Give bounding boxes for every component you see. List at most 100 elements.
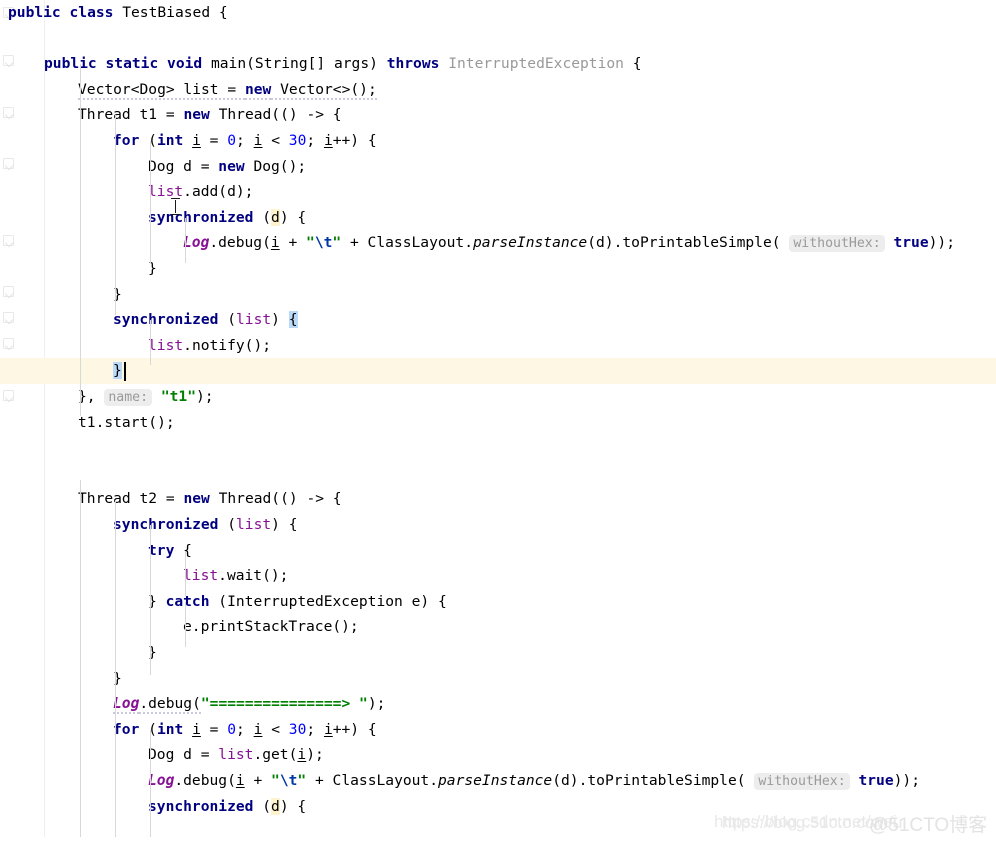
code-token: < <box>262 720 289 738</box>
code-token: Log <box>148 772 175 789</box>
code-token: new <box>183 106 210 124</box>
code-token: synchronized <box>148 208 254 226</box>
code-token: static <box>105 55 159 73</box>
code-token: true <box>858 772 894 789</box>
code-text-area[interactable]: public class TestBiased { public static v… <box>0 0 996 841</box>
code-line[interactable]: Log.debug("===============> "); <box>0 691 996 717</box>
code-token: public <box>8 4 61 21</box>
code-token: .debug( <box>139 695 201 715</box>
code-token: .debug( <box>174 772 236 789</box>
code-token: ) { <box>279 208 307 226</box>
code-token: 0 <box>227 132 237 149</box>
code-token: ); <box>367 695 386 713</box>
editor-bottom-edge <box>0 837 996 841</box>
code-token: new <box>183 490 210 508</box>
code-token: )); <box>893 772 920 789</box>
code-token: + <box>279 234 307 252</box>
code-token: i <box>235 772 245 789</box>
code-line[interactable] <box>0 461 996 487</box>
code-token: )); <box>928 234 955 252</box>
code-line[interactable]: public static void main(String[] args) t… <box>0 51 996 77</box>
code-token: true <box>893 234 929 252</box>
code-token: main(String[] args) <box>202 55 387 73</box>
code-line[interactable] <box>0 26 996 52</box>
code-token: list <box>218 746 254 764</box>
code-token: ( <box>253 797 272 815</box>
code-line[interactable]: public class TestBiased { <box>0 0 996 26</box>
code-token: public <box>44 55 97 73</box>
code-token: (d).toPrintableSimple( <box>552 772 755 789</box>
indent-guide <box>150 141 151 263</box>
code-token: ; <box>306 132 324 149</box>
code-token: Log <box>183 234 210 252</box>
code-token: " <box>306 234 315 252</box>
code-token: parseInstance <box>438 772 553 789</box>
code-token: Thread(() -> { <box>209 490 342 508</box>
code-token: e.printStackTrace(); <box>183 618 359 636</box>
indent-guide <box>185 218 186 263</box>
code-token: = <box>200 720 228 738</box>
code-token: TestBiased { <box>113 4 228 21</box>
code-line[interactable]: }, name: "t1"); <box>0 384 996 410</box>
indent-guide <box>150 525 151 675</box>
code-token: for <box>113 720 140 738</box>
code-token: } <box>113 362 122 380</box>
code-token: .debug( <box>209 234 271 252</box>
code-token: try <box>148 541 175 559</box>
code-token: .notify(); <box>183 336 272 354</box>
code-token: i <box>297 746 307 764</box>
code-line[interactable]: Vector<Dog> list = new Vector<>(); <box>0 77 996 103</box>
code-token: Thread t2 = <box>78 490 184 508</box>
code-token: " <box>332 234 342 252</box>
code-token: ++) { <box>332 720 377 738</box>
indent-guide <box>150 320 151 365</box>
code-token: InterruptedException <box>448 55 624 73</box>
code-token: "===============> " <box>200 695 368 713</box>
code-line[interactable]: t1.start(); <box>0 410 996 436</box>
code-token: Vector<Dog> list = <box>78 80 245 100</box>
code-token: ( <box>218 311 237 329</box>
text-caret <box>124 362 126 382</box>
text-cursor-ibeam <box>171 198 180 215</box>
code-token: + <box>244 772 272 789</box>
code-line[interactable] <box>0 435 996 461</box>
code-token: .add(d); <box>183 183 254 201</box>
code-token: ); <box>196 388 214 405</box>
code-token: ) { <box>279 797 307 815</box>
code-token: list <box>148 336 184 354</box>
code-token: 0 <box>227 720 237 738</box>
code-token: Dog(); <box>244 157 307 175</box>
code-token: + ClassLayout. <box>341 234 473 252</box>
indent-guide <box>80 480 81 841</box>
code-token: synchronized <box>148 797 254 815</box>
code-token: i <box>192 132 201 149</box>
code-token: ) <box>271 311 289 329</box>
code-token: = <box>200 132 228 149</box>
code-token: list <box>183 567 219 585</box>
code-line[interactable]: Thread t2 = new Thread(() -> { <box>0 486 996 512</box>
code-line[interactable]: } <box>0 282 996 308</box>
code-token: Vector<>(); <box>271 80 377 100</box>
indent-guide <box>150 730 151 841</box>
code-token: throws <box>386 55 440 73</box>
code-token: .get( <box>253 746 298 764</box>
code-token: < <box>262 132 289 149</box>
code-token: synchronized <box>113 311 219 329</box>
code-token: ) { <box>271 516 298 533</box>
code-line[interactable]: Thread t1 = new Thread(() -> { <box>0 102 996 128</box>
code-token: withoutHex: <box>754 773 850 790</box>
code-token: Log <box>113 695 140 715</box>
indent-guide <box>80 64 81 416</box>
indent-guide <box>115 115 116 315</box>
code-token: ( <box>139 132 157 149</box>
code-token: int <box>156 720 184 738</box>
code-token: catch <box>165 592 210 610</box>
code-token: Thread(() -> { <box>209 106 342 124</box>
code-editor[interactable]: public class TestBiased { public static v… <box>0 0 996 841</box>
code-token: synchronized <box>113 516 219 533</box>
code-token: "t1" <box>160 388 197 405</box>
